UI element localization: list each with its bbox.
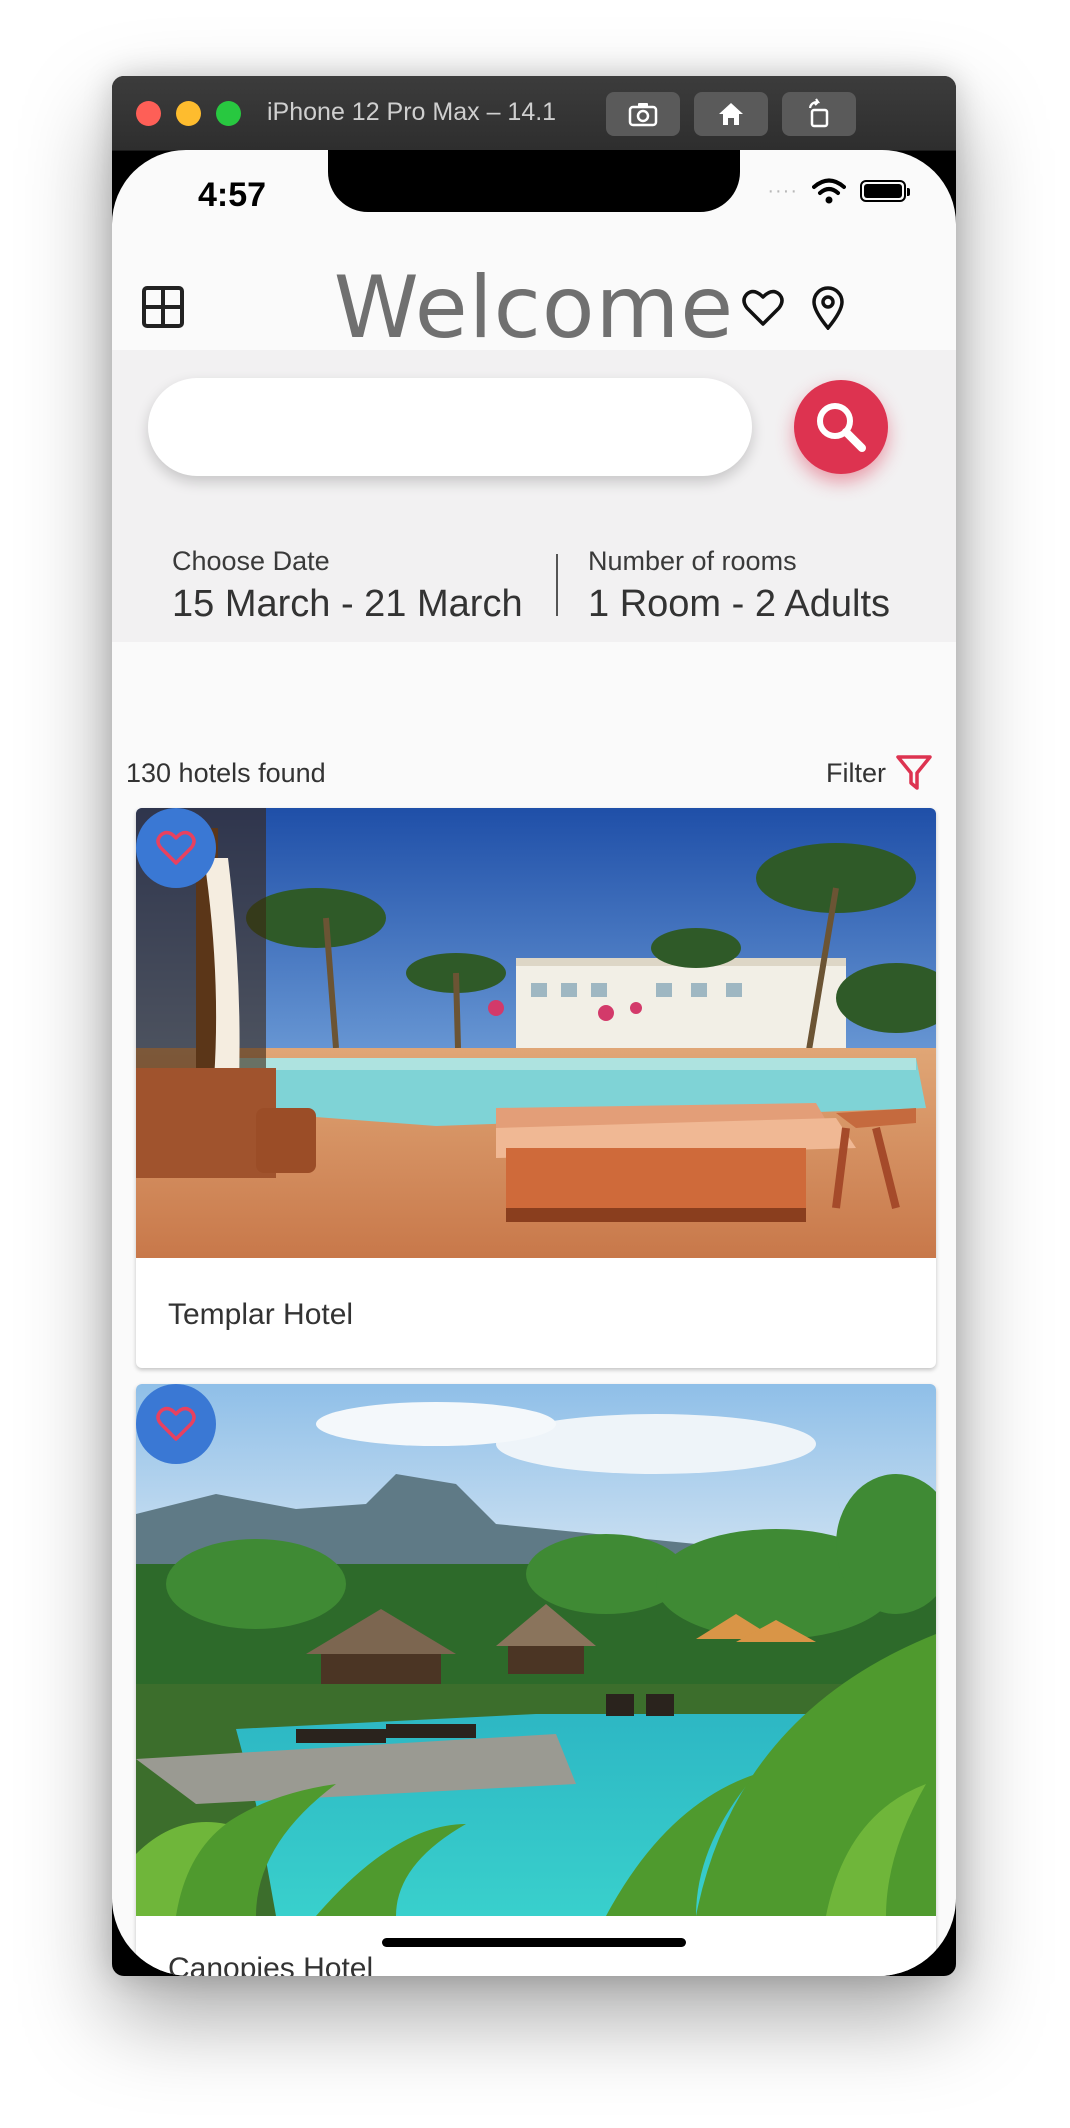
rooms-value: 1 Room - 2 Adults (588, 583, 891, 625)
date-label: Choose Date (172, 546, 330, 576)
filter-button[interactable]: Filter (826, 754, 932, 792)
home-indicator[interactable] (382, 1938, 686, 1947)
simulator-titlebar: iPhone 12 Pro Max – 14.1 (112, 76, 956, 151)
filter-funnel-icon (896, 755, 932, 790)
home-icon (719, 103, 743, 125)
home-button[interactable] (694, 92, 768, 136)
field-divider (556, 554, 558, 616)
phone-screen: 4:57 ···· Welcome Choose Date 15 March -… (112, 150, 956, 1976)
notch (328, 150, 740, 212)
zoom-window-button[interactable] (216, 101, 241, 126)
minimize-window-button[interactable] (176, 101, 201, 126)
rooms-picker[interactable]: Number of rooms 1 Room - 2 Adults (588, 546, 890, 626)
simulator-title: iPhone 12 Pro Max – 14.1 (267, 98, 557, 126)
rooms-label: Number of rooms (588, 546, 797, 576)
search-button[interactable] (794, 380, 888, 474)
search-icon (817, 403, 866, 452)
search-panel: Choose Date 15 March - 21 March Number o… (112, 350, 956, 642)
heart-icon[interactable] (742, 288, 784, 328)
results-header: 130 hotels found Filter (126, 754, 932, 794)
favorite-button[interactable] (136, 1384, 216, 1464)
battery-icon (860, 180, 910, 202)
close-window-button[interactable] (136, 101, 161, 126)
screenshot-button[interactable] (606, 92, 680, 136)
results-count: 130 hotels found (126, 758, 326, 788)
status-time: 4:57 (198, 176, 267, 214)
hotel-card[interactable]: Templar Hotel (136, 808, 936, 1368)
hotel-image (136, 808, 936, 1258)
simulator-window: iPhone 12 Pro Max – 14.1 4:57 ···· Welco… (112, 76, 956, 1976)
heart-outline-icon (156, 1406, 196, 1441)
app-bar: Welcome (112, 240, 956, 358)
favorite-button[interactable] (136, 808, 216, 888)
hotel-name: Canopies Hotel (168, 1952, 374, 1976)
screenshot-icon (628, 103, 658, 127)
hotel-image (136, 1384, 936, 1916)
wifi-icon (812, 178, 846, 204)
date-value: 15 March - 21 March (172, 583, 523, 625)
status-icons: ···· (767, 178, 910, 204)
hotel-card[interactable]: Canopies Hotel (136, 1384, 936, 1976)
location-pin-icon[interactable] (810, 286, 846, 330)
heart-outline-icon (156, 830, 196, 865)
signal-dots: ···· (767, 179, 798, 202)
hotel-name: Templar Hotel (168, 1298, 354, 1331)
search-input[interactable] (148, 378, 752, 476)
date-picker[interactable]: Choose Date 15 March - 21 March (172, 546, 523, 626)
rotate-button[interactable] (782, 92, 856, 136)
rotate-icon (808, 98, 829, 128)
filter-label: Filter (826, 757, 886, 788)
